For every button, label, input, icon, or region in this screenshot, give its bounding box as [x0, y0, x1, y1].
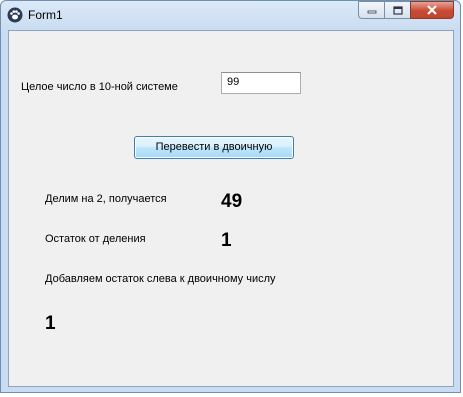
minimize-icon: [367, 10, 376, 14]
decimal-number-input[interactable]: 99: [221, 72, 301, 94]
close-icon: [427, 5, 437, 15]
maximize-icon: [392, 5, 403, 15]
close-button[interactable]: [410, 1, 454, 19]
window-title: Form1: [28, 8, 63, 22]
binary-result-value: 1: [45, 313, 56, 334]
caption-buttons: [358, 1, 454, 20]
convert-to-binary-button[interactable]: Перевести в двоичную: [134, 136, 294, 159]
remainder-value: 1: [221, 230, 232, 251]
append-remainder-label: Добавляем остаток слева к двоичному числ…: [45, 273, 276, 285]
paw-icon[interactable]: [7, 7, 23, 23]
divide-result-value: 49: [221, 191, 243, 212]
app-window: Form1 Целое число в 10-ной системе 99 Пе…: [0, 0, 461, 393]
title-bar[interactable]: Form1: [1, 1, 460, 29]
form-client-area: Целое число в 10-ной системе 99 Перевест…: [8, 30, 454, 387]
input-label: Целое число в 10-ной системе: [21, 81, 178, 93]
maximize-button[interactable]: [384, 1, 410, 19]
divide-label: Делим на 2, получается: [45, 193, 167, 205]
remainder-label: Остаток от деления: [45, 233, 146, 245]
minimize-button[interactable]: [358, 1, 384, 19]
